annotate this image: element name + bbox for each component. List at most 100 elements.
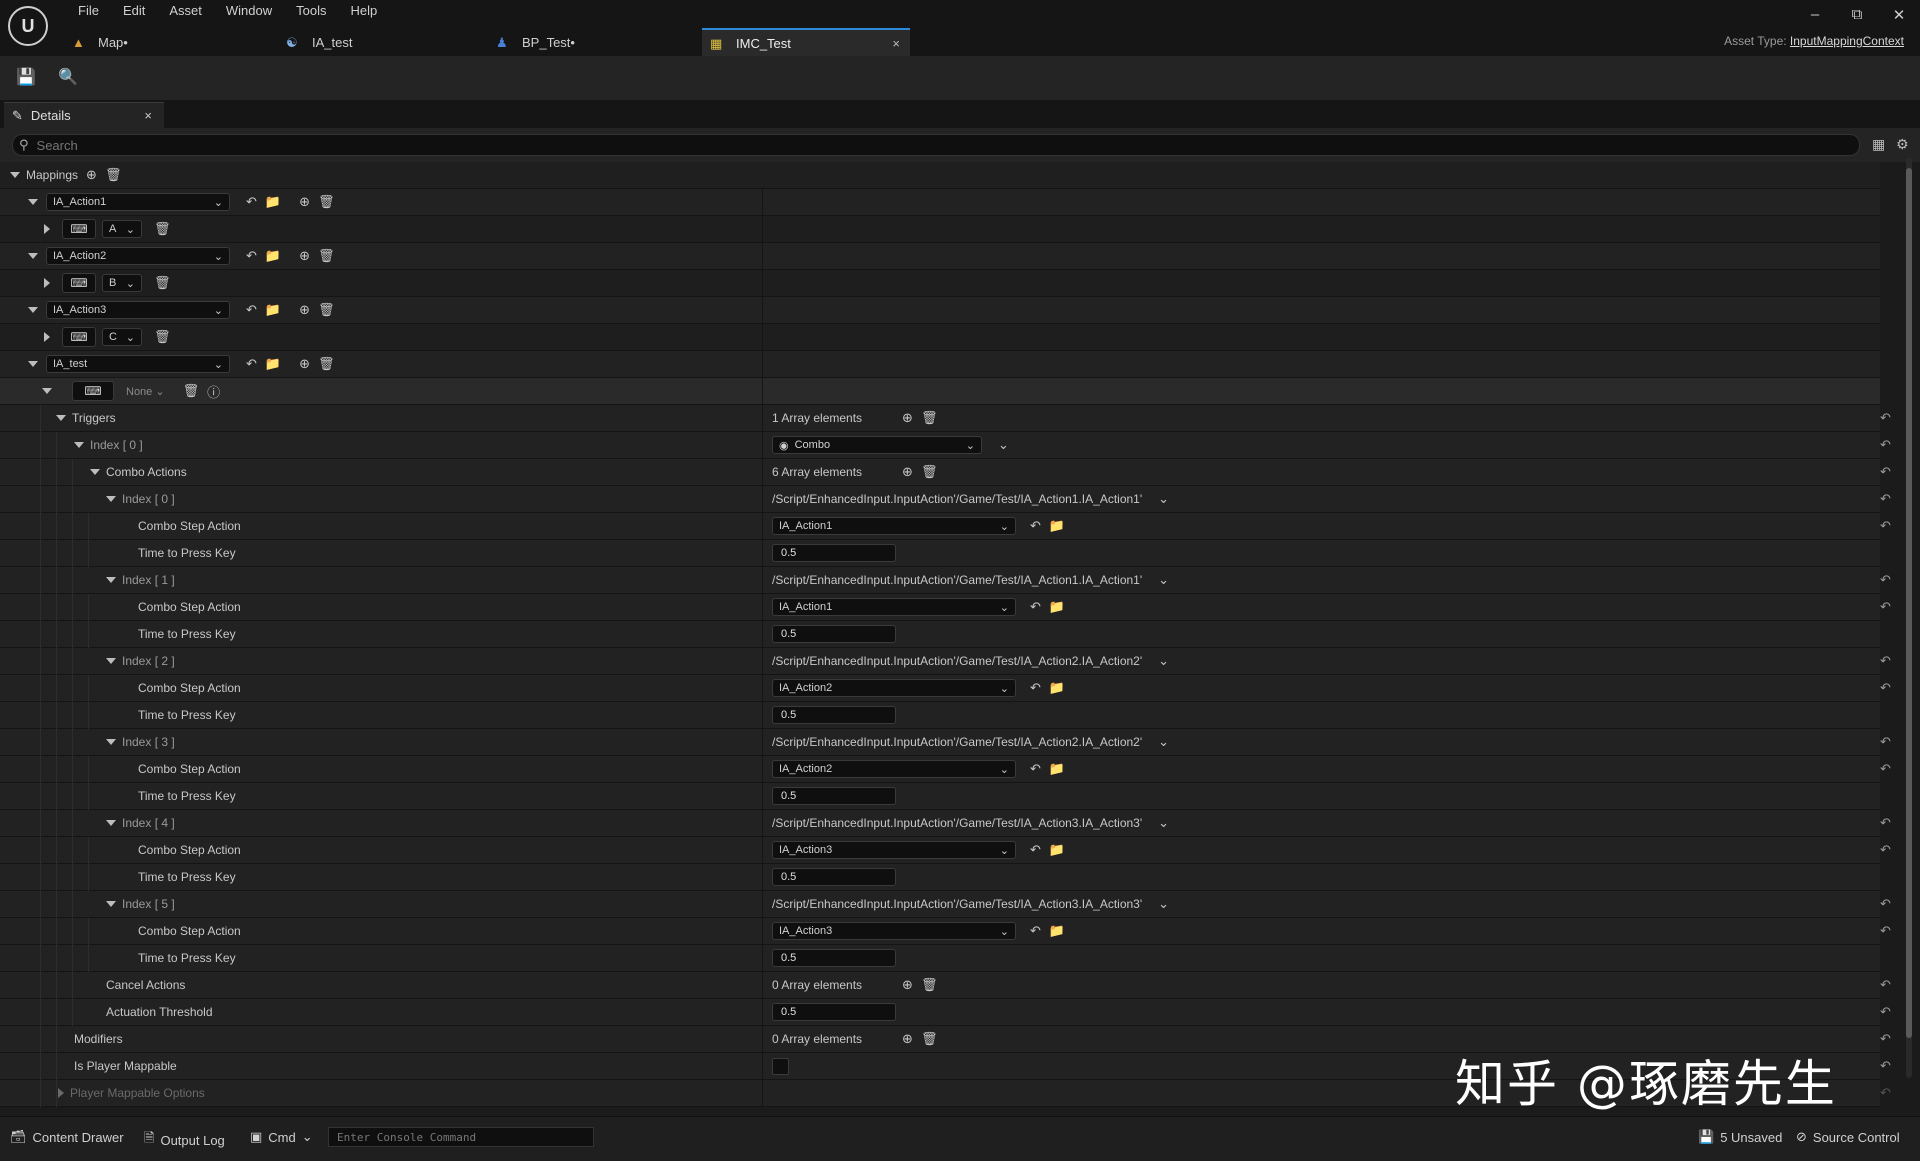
reset-icon[interactable]: ↶ [1880,1058,1891,1074]
combo-index-row[interactable]: Index [ 5 ] /Script/EnhancedInput.InputAc… [0,891,1891,918]
player-mappable-checkbox[interactable] [772,1057,789,1075]
action-combo[interactable]: IA_Action2 ⌄ [772,679,1016,697]
expand-icon[interactable] [44,224,50,234]
collapse-icon[interactable] [28,361,38,367]
key-selector[interactable]: B ⌄ [102,274,142,292]
add-icon[interactable]: ⊕ [902,410,913,426]
collapse-icon[interactable] [106,739,116,745]
use-selected-icon[interactable]: ↶ [246,302,257,318]
expand-icon[interactable] [44,332,50,342]
close-panel-icon[interactable]: × [144,108,152,123]
reset-icon[interactable]: ↶ [1880,653,1891,669]
time-to-press-input[interactable]: 0.5 [772,544,896,562]
browse-icon[interactable]: 📁 [265,356,281,372]
reset-icon[interactable]: ↶ [1880,491,1891,507]
combo-index-row[interactable]: Index [ 1 ] /Script/EnhancedInput.InputAc… [0,567,1891,594]
tab-ia-test[interactable]: ☯ IA_test [286,28,466,56]
collapse-icon[interactable] [56,415,66,421]
browse-asset-icon[interactable]: 🔍 [58,67,80,87]
menu-file[interactable]: File [66,3,111,19]
delete-icon[interactable]: 🗑 [105,167,122,183]
browse-icon[interactable]: 📁 [1049,842,1065,858]
browse-icon[interactable]: 📁 [1049,518,1065,534]
combo-index-row[interactable]: Index [ 2 ] /Script/EnhancedInput.InputAc… [0,648,1891,675]
browse-icon[interactable]: 📁 [1049,599,1065,615]
delete-icon[interactable]: 🗑 [154,329,171,345]
key-selector[interactable]: None ⌄ [126,385,165,398]
time-to-press-input[interactable]: 0.5 [772,949,896,967]
action-combo[interactable]: IA_Action2 ⌄ [46,247,230,265]
delete-icon[interactable]: 🗑 [318,302,335,318]
reset-icon[interactable]: ↶ [1880,734,1891,750]
use-selected-icon[interactable]: ↶ [1030,599,1041,615]
tab-bp-test[interactable]: ♟ BP_Test• [496,28,686,56]
action-combo[interactable]: IA_Action3 ⌄ [46,301,230,319]
menu-edit[interactable]: Edit [111,3,157,19]
scrollbar-thumb[interactable] [1906,168,1912,1038]
reset-icon[interactable]: ↶ [1880,1085,1891,1101]
trigger-index-row[interactable]: Index [ 0 ] ◉ Combo ⌄ ⌄ ↶ [0,432,1891,459]
collapse-icon[interactable] [106,820,116,826]
collapse-icon[interactable] [106,577,116,583]
unsaved-button[interactable]: 💾 5 Unsaved [1698,1129,1782,1145]
time-to-press-input[interactable]: 0.5 [772,625,896,643]
collapse-icon[interactable] [90,469,100,475]
details-tab[interactable]: ✎ Details × [4,102,164,128]
reset-icon[interactable]: ↶ [1880,572,1891,588]
add-icon[interactable]: ⊕ [902,1031,913,1047]
vertical-scrollbar[interactable] [1906,158,1912,1078]
menu-asset[interactable]: Asset [157,3,214,19]
reset-icon[interactable]: ↶ [1880,518,1891,534]
action-combo[interactable]: IA_Action3 ⌄ [772,841,1016,859]
key-selector[interactable]: A ⌄ [102,220,142,238]
chevron-down-icon[interactable]: ⌄ [1158,815,1169,831]
collapse-icon[interactable] [42,388,52,394]
keyboard-icon[interactable]: ⌨ [62,219,96,239]
delete-icon[interactable]: 🗑 [921,977,938,993]
content-drawer-button[interactable]: 🗃 Content Drawer [10,1129,124,1145]
asset-type-link[interactable]: InputMappingContext [1790,34,1904,48]
use-selected-icon[interactable]: ↶ [1030,842,1041,858]
chevron-down-icon[interactable]: ⌄ [1158,491,1169,507]
tab-imc-test[interactable]: ▦ IMC_Test × [702,28,910,56]
reset-icon[interactable]: ↶ [1880,896,1891,912]
use-selected-icon[interactable]: ↶ [1030,923,1041,939]
use-selected-icon[interactable]: ↶ [1030,761,1041,777]
action-combo[interactable]: IA_Action1 ⌄ [46,193,230,211]
reset-icon[interactable]: ↶ [1880,761,1891,777]
action-combo[interactable]: IA_Action2 ⌄ [772,760,1016,778]
browse-icon[interactable]: 📁 [265,302,281,318]
collapse-icon[interactable] [106,901,116,907]
use-selected-icon[interactable]: ↶ [246,248,257,264]
tab-map[interactable]: ▲ Map• [72,28,252,56]
cancel-actions-row[interactable]: Cancel Actions 0 Array elements ⊕ 🗑 ↶ [0,972,1891,999]
action-combo[interactable]: IA_Action1 ⌄ [772,598,1016,616]
triggers-row[interactable]: Triggers 1 Array elements ⊕ 🗑 ↶ [0,405,1891,432]
action-combo[interactable]: IA_test ⌄ [46,355,230,373]
cmd-dropdown[interactable]: ▣ Cmd ⌄ [250,1129,313,1145]
info-icon[interactable]: ⓘ [207,382,220,401]
restore-icon[interactable]: ⧉ [1842,6,1872,23]
chevron-down-icon[interactable]: ⌄ [1158,653,1169,669]
use-selected-icon[interactable]: ↶ [246,194,257,210]
add-icon[interactable]: ⊕ [902,464,913,480]
collapse-icon[interactable] [28,199,38,205]
console-input[interactable]: Enter Console Command [328,1127,594,1147]
table-view-icon[interactable]: ▦ [1872,136,1885,153]
output-log-button[interactable]: 🗎 Output Log [144,1129,225,1151]
save-icon[interactable]: 💾 [16,67,38,87]
actuation-threshold-input[interactable]: 0.5 [772,1003,896,1021]
action-combo[interactable]: IA_Action1 ⌄ [772,517,1016,535]
reset-icon[interactable]: ↶ [1880,842,1891,858]
trigger-type-combo[interactable]: ◉ Combo ⌄ [772,436,982,454]
keyboard-icon[interactable]: ⌨ [62,273,96,293]
delete-icon[interactable]: 🗑 [921,464,938,480]
delete-icon[interactable]: 🗑 [318,356,335,372]
add-icon[interactable]: ⊕ [299,194,310,210]
expand-icon[interactable] [44,278,50,288]
delete-icon[interactable]: 🗑 [154,275,171,291]
combo-actions-row[interactable]: Combo Actions 6 Array elements ⊕ 🗑 ↶ [0,459,1891,486]
menu-help[interactable]: Help [338,3,389,19]
reset-icon[interactable]: ↶ [1880,923,1891,939]
collapse-icon[interactable] [10,172,20,178]
